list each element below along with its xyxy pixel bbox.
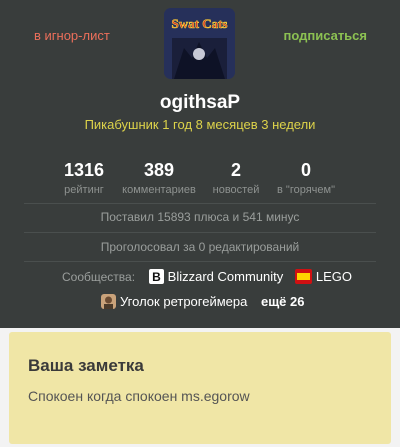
communities-row-2: Уголок ретрогеймера ещё 26 — [0, 294, 400, 309]
avatar-image: Swat Cats — [164, 8, 235, 79]
ignore-list-button[interactable]: в игнор-лист — [34, 28, 110, 43]
stat-value: 0 — [300, 160, 311, 180]
divider — [24, 232, 376, 233]
community-label: Уголок ретрогеймера — [120, 294, 248, 309]
divider — [24, 203, 376, 204]
avatar-logo-text: Swat Cats — [172, 16, 228, 31]
member-since: Пикабушник 1 год 8 месяцев 3 недели — [84, 117, 316, 132]
communities-label: Сообщества: — [62, 270, 136, 284]
note-text: Спокоен когда спокоен ms.egorow — [28, 388, 250, 404]
more-communities-link[interactable]: ещё 26 — [261, 294, 305, 309]
lego-icon — [294, 269, 312, 284]
community-blizzard[interactable]: B Blizzard Community — [148, 269, 287, 284]
community-label: LEGO — [315, 269, 353, 284]
svg-text:B: B — [152, 270, 161, 284]
note-title: Ваша заметка — [28, 356, 144, 375]
username: ogithsaP — [159, 92, 241, 113]
avatar[interactable]: Swat Cats — [164, 8, 235, 79]
stat-hot[interactable]: 0 в "горячем" — [256, 160, 356, 196]
retro-gamer-icon — [101, 294, 116, 309]
user-note[interactable]: Ваша заметка Спокоен когда спокоен ms.eg… — [9, 332, 391, 444]
profile-header: в игнор-лист подписаться Swat Cats ogith… — [0, 0, 400, 328]
community-lego[interactable]: LEGO — [294, 269, 353, 284]
votes-summary: Поставил 15893 плюса и 541 минус — [100, 210, 300, 224]
divider — [24, 261, 376, 262]
subscribe-button[interactable]: подписаться — [283, 28, 367, 43]
communities-row: Сообщества: B Blizzard Community LEGO — [0, 269, 400, 284]
community-retrogamer[interactable]: Уголок ретрогеймера — [101, 294, 251, 309]
edits-summary: Проголосовал за 0 редактирований — [100, 240, 300, 254]
blizzard-icon: B — [148, 269, 164, 284]
community-label: Blizzard Community — [167, 269, 284, 284]
stat-label: в "горячем" — [277, 184, 335, 196]
